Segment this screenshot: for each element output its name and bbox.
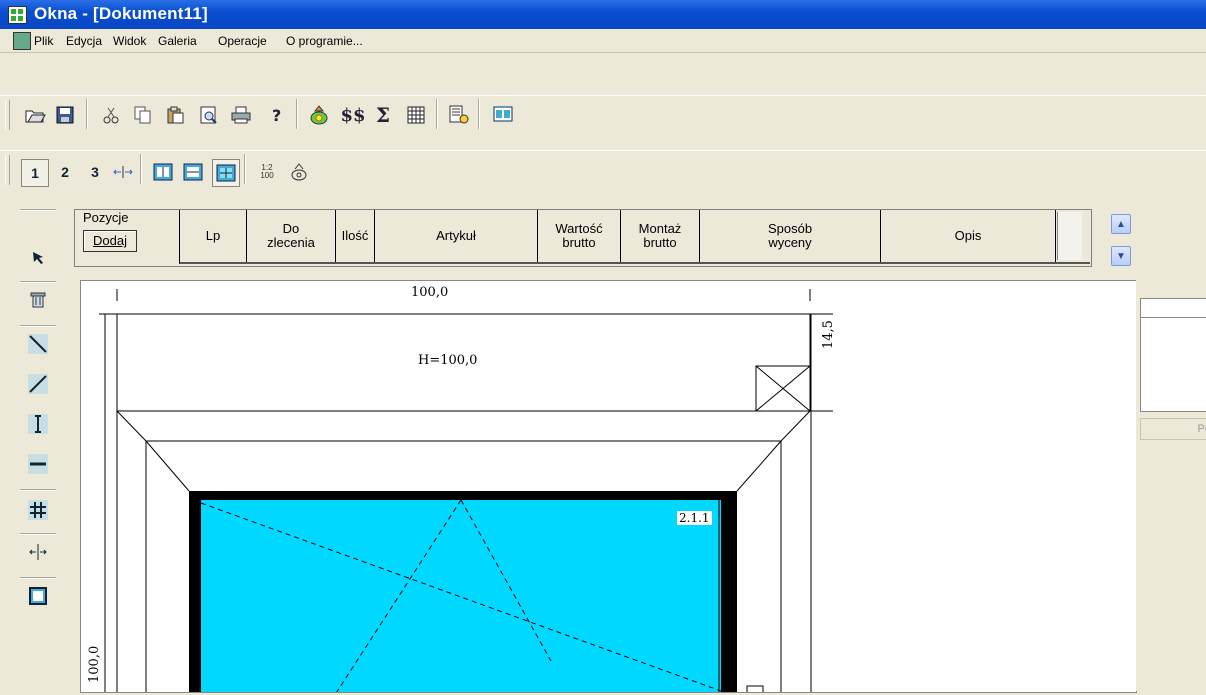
price-icon[interactable]: $$: [340, 102, 366, 128]
frame-layout-3-icon[interactable]: [212, 159, 240, 187]
preview-box: [1140, 298, 1206, 412]
sum-icon[interactable]: Σ: [370, 102, 396, 128]
column-montaz-brutto[interactable]: Montaż brutto: [621, 210, 700, 262]
toolbar-grip[interactable]: [5, 100, 10, 130]
frame-layout-2-icon[interactable]: [180, 159, 206, 185]
frame-layout-1-icon[interactable]: [150, 159, 176, 185]
diagonal-down-icon[interactable]: [24, 331, 52, 357]
column-opis[interactable]: Opis: [881, 210, 1056, 262]
diagonal-up-icon[interactable]: [24, 371, 52, 397]
window-drawing-canvas[interactable]: 100,0 H=100,0 14,5 100,0 2.1.1: [80, 280, 1137, 695]
print-icon[interactable]: [228, 102, 254, 128]
grid-icon[interactable]: [24, 497, 52, 523]
pointer-icon[interactable]: [24, 245, 52, 271]
scroll-up-button[interactable]: ▲: [1111, 214, 1131, 234]
left-dimension-label: 100,0: [87, 645, 102, 683]
split-dimension-icon[interactable]: [24, 539, 52, 565]
window-title: Okna - [Dokument11]: [34, 4, 208, 23]
toolbar-main: ? $$ Σ: [0, 95, 1206, 150]
table-icon[interactable]: [403, 102, 429, 128]
column-lp[interactable]: Lp: [180, 210, 247, 262]
toolbar-view: 1 2 3 1:2 100: [0, 150, 1206, 207]
document-icon[interactable]: [13, 32, 31, 50]
scroll-down-button[interactable]: ▼: [1111, 246, 1131, 266]
svg-text:?: ?: [272, 106, 281, 124]
menu-operacje[interactable]: Operacje: [218, 34, 267, 48]
header-scrollbar[interactable]: [1057, 212, 1082, 260]
copy-icon[interactable]: [130, 102, 156, 128]
app-icon: [8, 6, 27, 24]
panel-button[interactable]: Po: [1140, 418, 1206, 440]
paste-icon[interactable]: [162, 102, 188, 128]
vertical-bar-icon[interactable]: [24, 411, 52, 437]
save-icon[interactable]: [52, 102, 78, 128]
dodaj-button[interactable]: Dodaj: [83, 230, 137, 252]
horizontal-bar-icon[interactable]: [24, 451, 52, 477]
money-bag-outline-icon[interactable]: [286, 159, 312, 185]
open-icon[interactable]: [22, 102, 48, 128]
menu-bar: Plik Edycja Widok Galeria Operacje O pro…: [0, 29, 1206, 53]
view-3-button[interactable]: 3: [82, 159, 108, 185]
column-ilosc[interactable]: Ilość: [336, 210, 375, 262]
frame-icon[interactable]: [24, 583, 52, 609]
menu-widok[interactable]: Widok: [113, 34, 146, 48]
view-2-button[interactable]: 2: [52, 159, 78, 185]
toolbar-grip[interactable]: [5, 155, 10, 185]
positions-header: Pozycje Dodaj Lp Do zlecenia Ilość Artyk…: [74, 209, 1092, 267]
help-icon[interactable]: ?: [264, 102, 290, 128]
right-panel: Po: [1136, 212, 1206, 691]
column-wartosc-brutto[interactable]: Wartość brutto: [538, 210, 621, 262]
window-drawing: [99, 289, 833, 695]
scale-ratio-icon[interactable]: 1:2 100: [254, 159, 280, 185]
menu-plik[interactable]: Plik: [34, 34, 53, 48]
money-bag-icon[interactable]: [306, 102, 332, 128]
width-dimension-label: 100,0: [411, 285, 449, 300]
sash-label: 2.1.1: [677, 511, 712, 525]
roller-height-label: H=100,0: [418, 353, 478, 368]
trash-icon[interactable]: [24, 287, 52, 313]
preview-icon[interactable]: [196, 102, 222, 128]
title-bar: Okna - [Dokument11]: [0, 0, 1206, 29]
cut-icon[interactable]: [98, 102, 124, 128]
menu-edycja[interactable]: Edycja: [66, 34, 102, 48]
pozycje-label: Pozycje: [83, 210, 129, 225]
view-1-button[interactable]: 1: [21, 159, 49, 187]
pozycje-group: Pozycje Dodaj: [75, 210, 179, 262]
export-icon[interactable]: [446, 102, 472, 128]
calc-icon[interactable]: [490, 102, 516, 128]
menu-o-programie[interactable]: O programie...: [286, 34, 363, 48]
menu-galeria[interactable]: Galeria: [158, 34, 197, 48]
column-sposob-wyceny[interactable]: Sposób wyceny: [700, 210, 881, 262]
column-artykul[interactable]: Artykuł: [375, 210, 538, 262]
dimension-icon[interactable]: [110, 159, 136, 185]
column-do-zlecenia[interactable]: Do zlecenia: [247, 210, 336, 262]
tools-toolbar: [14, 207, 60, 691]
top-dimension-label: 14,5: [821, 320, 836, 349]
